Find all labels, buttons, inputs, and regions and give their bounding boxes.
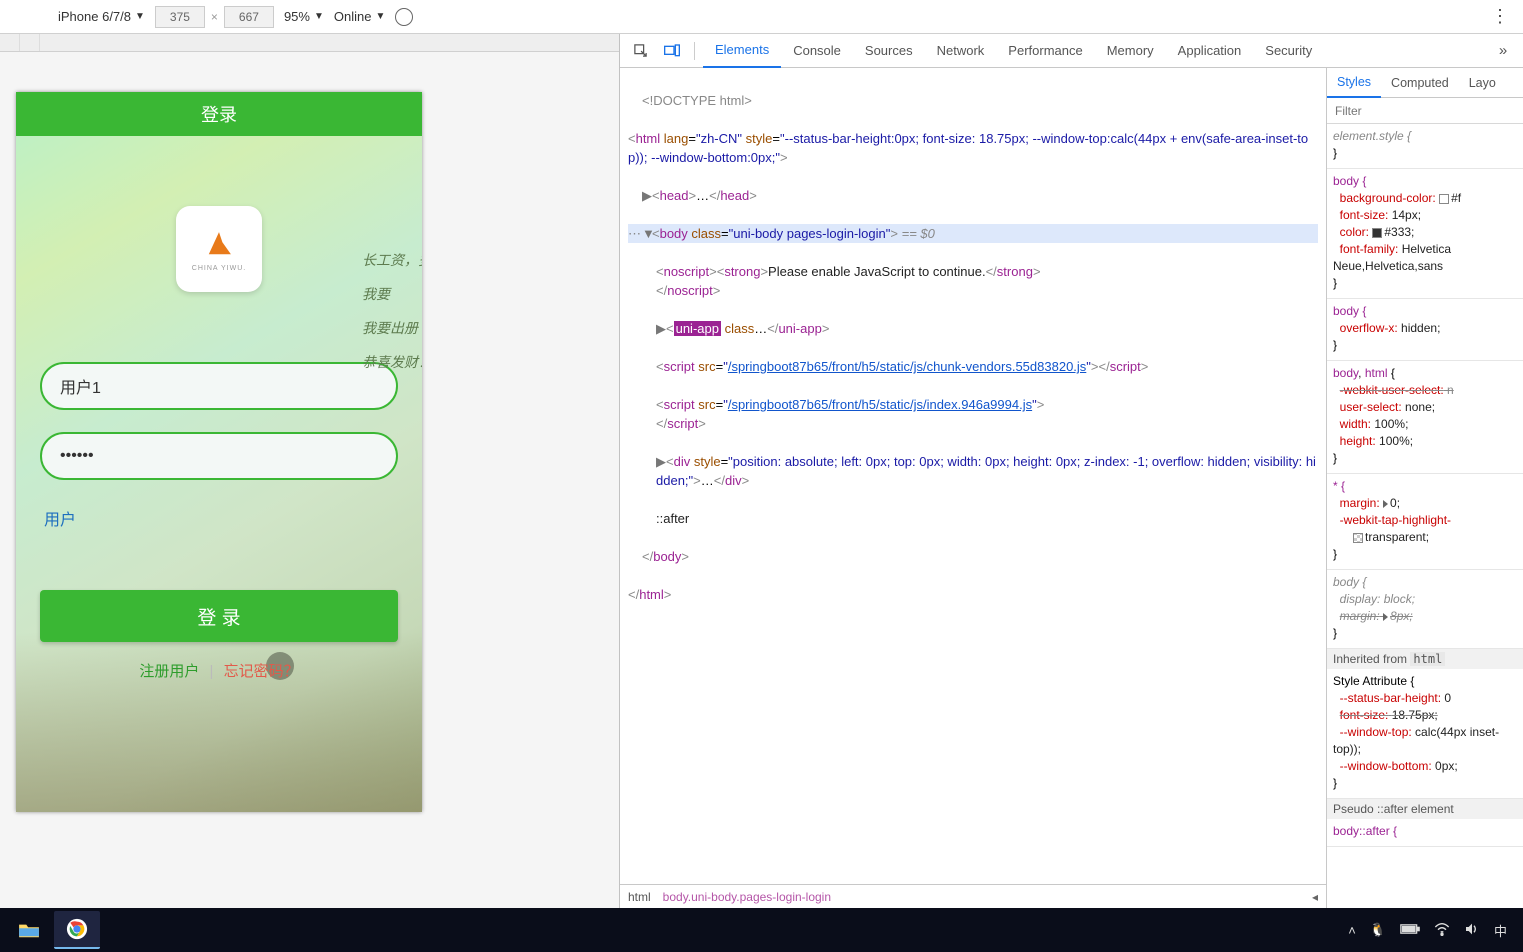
password-input[interactable] <box>40 432 398 480</box>
chevron-left-icon[interactable]: ◂ <box>1312 890 1318 904</box>
dimension-separator: × <box>211 10 218 24</box>
devtools-pane: Elements Console Sources Network Perform… <box>620 34 1523 908</box>
caret-down-icon: ▼ <box>314 11 324 22</box>
tab-performance[interactable]: Performance <box>996 34 1094 68</box>
styles-filter-input[interactable] <box>1327 98 1523 123</box>
device-toggle-icon[interactable] <box>658 44 686 58</box>
tab-application[interactable]: Application <box>1166 34 1254 68</box>
windows-taskbar: ˄ 🐧 中 <box>0 908 1523 952</box>
login-button[interactable]: 登 录 <box>40 590 398 642</box>
dom-breadcrumb[interactable]: html body.uni-body.pages-login-login ◂ <box>620 884 1326 908</box>
device-name: iPhone 6/7/8 <box>58 9 131 24</box>
dom-doctype[interactable]: <!DOCTYPE html> <box>628 91 1318 110</box>
background-quotes: 长工资，多 我要 我要出册 恭喜发财！ <box>362 246 422 382</box>
dom-script1[interactable]: <script src="/springboot87b65/front/h5/s… <box>628 357 1318 376</box>
tab-styles[interactable]: Styles <box>1327 68 1381 98</box>
ruler <box>0 34 619 52</box>
dom-script2[interactable]: <script src="/springboot87b65/front/h5/s… <box>628 395 1318 433</box>
dom-body-selected[interactable]: ⋯▼<body class="uni-body pages-login-logi… <box>628 224 1318 243</box>
tab-memory[interactable]: Memory <box>1095 34 1166 68</box>
tab-elements[interactable]: Elements <box>703 34 781 68</box>
tab-layout[interactable]: Layo <box>1459 68 1506 98</box>
auth-links: 注册用户 | 忘记密码？ <box>40 660 398 681</box>
ime-indicator[interactable]: 中 <box>1494 921 1507 940</box>
volume-icon[interactable] <box>1464 922 1480 939</box>
tab-security[interactable]: Security <box>1253 34 1324 68</box>
css-rules[interactable]: element.style {} body { background-color… <box>1327 124 1523 908</box>
dom-tree-panel[interactable]: <!DOCTYPE html> <html lang="zh-CN" style… <box>620 68 1327 908</box>
logo-icon <box>202 227 236 261</box>
tab-sources[interactable]: Sources <box>853 34 925 68</box>
device-toolbar: iPhone 6/7/8 ▼ × 95% ▼ Online ▼ ⋮ <box>0 0 1523 34</box>
device-preview-pane: 登录 长工资，多 我要 我要出册 恭喜发财！ CHINA YIWU. <box>0 34 620 908</box>
phone-frame: 登录 长工资，多 我要 我要出册 恭喜发财！ CHINA YIWU. <box>16 92 422 812</box>
viewport-height-input[interactable] <box>224 6 274 28</box>
viewport-width-input[interactable] <box>155 6 205 28</box>
username-input[interactable] <box>40 362 398 410</box>
role-label[interactable]: 用户 <box>44 506 398 530</box>
tray-app-icon[interactable]: 🐧 <box>1370 922 1386 938</box>
network-throttle-selector[interactable]: Online ▼ <box>334 9 385 24</box>
tab-computed[interactable]: Computed <box>1381 68 1459 98</box>
dom-hidden-div[interactable]: ▶<div style="position: absolute; left: 0… <box>628 452 1318 490</box>
battery-icon[interactable] <box>1400 923 1420 938</box>
app-logo: CHINA YIWU. <box>176 206 262 292</box>
wifi-icon[interactable] <box>1434 922 1450 939</box>
dom-head[interactable]: ▶<head>…</head> <box>628 186 1318 205</box>
styles-sidebar: Styles Computed Layo element.style {} bo… <box>1327 68 1523 908</box>
caret-down-icon: ▼ <box>135 11 145 22</box>
file-explorer-icon[interactable] <box>6 911 52 949</box>
tab-network[interactable]: Network <box>925 34 997 68</box>
app-header: 登录 <box>16 92 422 136</box>
device-selector[interactable]: iPhone 6/7/8 ▼ <box>58 9 145 24</box>
dom-html-close[interactable]: </html> <box>628 585 1318 604</box>
dom-uniapp[interactable]: ▶<uni-app class…</uni-app> <box>628 319 1318 338</box>
styles-tabs: Styles Computed Layo <box>1327 68 1523 98</box>
register-link[interactable]: 注册用户 <box>139 663 199 680</box>
dom-noscript[interactable]: <noscript><strong>Please enable JavaScri… <box>628 262 1318 300</box>
rotate-icon[interactable] <box>395 8 413 26</box>
caret-down-icon: ▼ <box>375 11 385 22</box>
tray-chevron-up-icon[interactable]: ˄ <box>1348 923 1356 938</box>
page-title: 登录 <box>201 101 237 127</box>
forgot-password-link[interactable]: 忘记密码？ <box>224 663 299 680</box>
system-tray: ˄ 🐧 中 <box>1348 921 1517 940</box>
inspect-icon[interactable] <box>626 43 654 58</box>
devtools-tabbar: Elements Console Sources Network Perform… <box>620 34 1523 68</box>
zoom-selector[interactable]: 95% ▼ <box>284 9 324 24</box>
chrome-icon[interactable] <box>54 911 100 949</box>
dom-after[interactable]: ::after <box>628 509 1318 528</box>
devtools-more-icon[interactable]: » <box>1489 42 1517 59</box>
tab-console[interactable]: Console <box>781 34 853 68</box>
dom-html[interactable]: <html lang="zh-CN" style="--status-bar-h… <box>628 129 1318 167</box>
dom-body-close[interactable]: </body> <box>628 547 1318 566</box>
kebab-menu-icon[interactable]: ⋮ <box>1485 6 1515 27</box>
